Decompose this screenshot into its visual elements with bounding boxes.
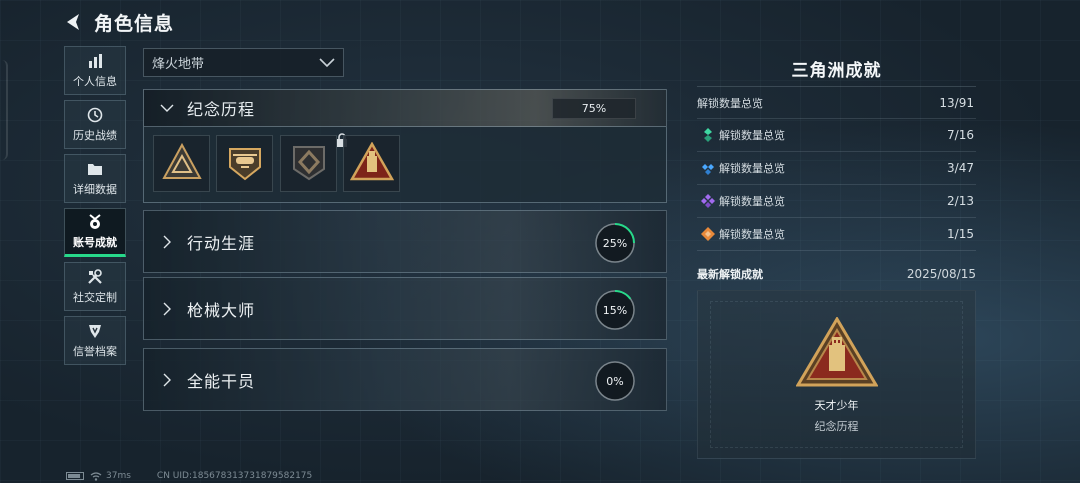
- chevron-right-icon: [157, 235, 177, 249]
- summary-count: 13/91: [939, 95, 974, 110]
- summary-label: 解锁数量总览: [719, 129, 785, 142]
- tools-icon: [86, 268, 104, 286]
- triangle-badge-icon: [161, 142, 202, 186]
- chevron-right-icon: [157, 373, 177, 387]
- mode-select[interactable]: 烽火地带: [143, 48, 344, 77]
- chevron-down-icon: [319, 53, 335, 72]
- orange-gem-icon: [701, 227, 715, 241]
- sidebar-item-details[interactable]: 详细数据: [64, 154, 126, 203]
- summary-total-row: 解锁数量总览 13/91: [697, 86, 976, 119]
- summary-tier-row: 解锁数量总览 1/15: [697, 218, 976, 251]
- summary-count: 1/15: [947, 227, 974, 241]
- blue-gem-icon: [702, 164, 714, 175]
- category-row-operator[interactable]: 全能干员 0%: [143, 348, 667, 411]
- helicopter-badge-icon: [224, 141, 266, 187]
- bar-chart-icon: [86, 52, 104, 70]
- latest-achievement-category: 纪念历程: [814, 420, 859, 433]
- chevron-right-icon: [157, 302, 177, 316]
- summary-label: 解锁数量总览: [719, 162, 785, 175]
- progress-ring: 0%: [594, 360, 636, 402]
- sidebar-item-label: 社交定制: [73, 291, 117, 304]
- progress-ring: 15%: [594, 289, 636, 331]
- badge-slot[interactable]: [343, 135, 400, 192]
- category-row-memorial[interactable]: 纪念历程 75%: [143, 89, 667, 127]
- back-arrow-icon[interactable]: [62, 10, 86, 34]
- sidebar-item-label: 历史战绩: [73, 129, 117, 142]
- sidebar-item-label: 信誉档案: [73, 345, 117, 358]
- diamond-shield-badge-icon: [288, 141, 330, 187]
- latest-achievement-card[interactable]: 天才少年 纪念历程: [697, 290, 976, 459]
- folder-icon: [86, 160, 104, 178]
- latest-achievement-name: 天才少年: [814, 399, 859, 412]
- progress-percent: 75%: [552, 98, 636, 119]
- badge-list: [143, 127, 667, 203]
- sidebar-item-reputation[interactable]: 信誉档案: [64, 316, 126, 365]
- medal-icon: [86, 213, 104, 231]
- badge-slot-locked[interactable]: [280, 133, 347, 192]
- sidebar-item-personal-info[interactable]: 个人信息: [64, 46, 126, 95]
- usb-drive-badge-icon: [795, 316, 879, 393]
- sidebar: 个人信息 历史战绩 详细数据 账号成就 社交定制 信誉档案: [64, 46, 126, 370]
- category-title: 行动生涯: [187, 233, 256, 253]
- user-uid: CN UID:18567831373187958217​5: [156, 471, 313, 481]
- status-bar: 37ms CN UID:18567831373187958217​5: [66, 471, 312, 481]
- progress-percent: 15%: [602, 303, 628, 317]
- mode-select-value: 烽火地带: [152, 57, 205, 72]
- sidebar-item-label: 详细数据: [73, 183, 117, 196]
- page-title: 角色信息: [94, 12, 175, 35]
- category-row-weapons[interactable]: 枪械大师 15%: [143, 277, 667, 340]
- category-title: 全能干员: [187, 371, 256, 391]
- badge-slot[interactable]: [216, 135, 273, 192]
- summary-title: 三角洲成就: [791, 61, 882, 81]
- category-title: 纪念历程: [187, 100, 256, 119]
- latest-unlock-date: 2025/08/15: [906, 267, 976, 281]
- summary-count: 2/13: [947, 194, 974, 208]
- summary-label: 解锁数量总览: [719, 195, 785, 208]
- ping-value: 37ms: [106, 471, 131, 481]
- sidebar-item-achievements[interactable]: 账号成就: [64, 208, 126, 257]
- summary-tier-row: 解锁数量总览 3/47: [697, 152, 976, 185]
- latest-unlock-label: 最新解锁成就: [697, 268, 763, 281]
- green-gem-icon: [704, 128, 712, 142]
- edge-handle: [0, 60, 8, 160]
- shield-icon: [86, 322, 104, 340]
- battery-icon: [66, 472, 84, 480]
- summary-tier-row: 解锁数量总览 2/13: [697, 185, 976, 218]
- progress-percent: 25%: [602, 236, 628, 250]
- clock-icon: [86, 106, 104, 124]
- category-title: 枪械大师: [187, 300, 256, 320]
- summary-label: 解锁数量总览: [697, 96, 763, 110]
- header: 角色信息: [62, 9, 174, 35]
- sidebar-item-history[interactable]: 历史战绩: [64, 100, 126, 149]
- summary-label: 解锁数量总览: [719, 228, 785, 241]
- progress-percent: 0%: [606, 374, 624, 388]
- summary-tier-row: 解锁数量总览 7/16: [697, 119, 976, 152]
- sidebar-item-label: 账号成就: [73, 236, 117, 249]
- summary-count: 3/47: [947, 161, 974, 175]
- summary-count: 7/16: [947, 128, 974, 142]
- chevron-down-icon: [157, 103, 177, 113]
- usb-drive-badge-icon: [349, 140, 394, 186]
- latest-unlock-header: 最新解锁成就 2025/08/15: [697, 262, 976, 286]
- wifi-icon: [90, 471, 102, 481]
- progress-ring: 25%: [594, 222, 636, 264]
- sidebar-item-social[interactable]: 社交定制: [64, 262, 126, 311]
- badge-slot[interactable]: [153, 135, 210, 192]
- sidebar-item-label: 个人信息: [73, 75, 117, 88]
- purple-gem-icon: [701, 194, 715, 208]
- category-row-operations[interactable]: 行动生涯 25%: [143, 210, 667, 273]
